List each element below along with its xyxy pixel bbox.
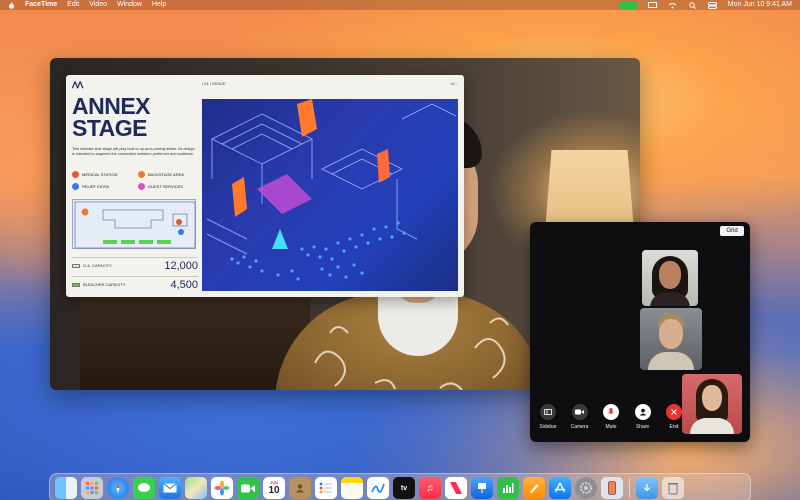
close-icon[interactable] <box>666 404 682 420</box>
maps-icon[interactable] <box>185 477 207 499</box>
mail-icon[interactable] <box>159 477 181 499</box>
menu-video[interactable]: Video <box>89 0 107 10</box>
downloads-folder-icon[interactable] <box>636 477 658 499</box>
notes-icon[interactable] <box>341 477 363 499</box>
stage-illustration <box>202 99 458 291</box>
stat-swatch <box>72 282 80 287</box>
system-settings-icon[interactable] <box>575 477 597 499</box>
numbers-icon[interactable] <box>497 477 519 499</box>
call-controls: Sidebar Camera Mute Share End <box>536 404 686 438</box>
photos-icon[interactable] <box>211 477 233 499</box>
stat-label-text: BLEACHER CAPACITY <box>83 282 126 287</box>
control-center-icon[interactable] <box>708 1 718 9</box>
pages-icon[interactable] <box>523 477 545 499</box>
control-label: End <box>669 424 679 430</box>
slide-page-number: 02 ↑ <box>450 81 458 86</box>
facetime-icon[interactable] <box>237 477 259 499</box>
stat-swatch <box>72 263 80 268</box>
mute-control[interactable]: Mute <box>599 404 623 438</box>
control-label: Sidebar <box>539 424 557 430</box>
stat-row-ga: G.A. CAPACITY 12,000 <box>72 257 198 273</box>
legend-label: GUEST SERVICES <box>148 184 183 189</box>
slide-title: ANNEX STAGE <box>72 93 192 141</box>
contacts-icon[interactable] <box>289 477 311 499</box>
menu-window[interactable]: Window <box>117 0 142 10</box>
control-label: Share <box>635 424 650 430</box>
app-menu[interactable]: FaceTime <box>25 0 57 10</box>
isometric-stage-drawing <box>206 99 457 281</box>
safari-icon[interactable] <box>107 477 129 499</box>
control-label: Camera <box>570 424 589 430</box>
apple-menu-icon[interactable] <box>8 1 15 9</box>
iphone-mirroring-icon[interactable] <box>601 477 623 499</box>
dock-separator <box>629 478 630 498</box>
camera-icon[interactable] <box>571 404 588 420</box>
menu-bar: FaceTime Edit Video Window Help Mon Jun … <box>0 0 800 10</box>
grid-view-button[interactable]: Grid <box>720 226 744 236</box>
slide-venue-label: | 01 | VENUE <box>202 81 226 86</box>
participant-body <box>690 418 734 434</box>
medical-station-icon <box>72 171 79 178</box>
stat-row-bleacher: BLEACHER CAPACITY 4,500 <box>72 276 198 292</box>
participant-face <box>659 319 683 349</box>
messages-icon[interactable] <box>133 477 155 499</box>
dock: JUN 10 tv ♫ <box>49 473 751 500</box>
news-icon[interactable] <box>445 477 467 499</box>
camera-control[interactable]: Camera <box>568 404 592 438</box>
control-label: Mute <box>605 424 617 430</box>
wifi-icon[interactable] <box>668 2 678 9</box>
launchpad-icon[interactable] <box>81 477 103 499</box>
search-icon[interactable] <box>688 1 698 9</box>
freeform-icon[interactable] <box>367 477 389 499</box>
menubar-clock[interactable]: Mon Jun 10 9:41 AM <box>728 0 792 10</box>
end-call-control[interactable]: End <box>662 404 686 438</box>
stat-label: G.A. CAPACITY <box>72 263 112 268</box>
participant-tile[interactable] <box>682 374 742 434</box>
keynote-icon[interactable] <box>471 477 493 499</box>
stat-label-text: G.A. CAPACITY <box>83 263 112 268</box>
share-control[interactable]: Share <box>631 404 655 438</box>
sidebar-control[interactable]: Sidebar <box>536 404 560 438</box>
sidebar-icon[interactable] <box>540 404 556 420</box>
legend-item: RELIEF KIOSK <box>72 183 138 190</box>
slide-title-line: ANNEX <box>72 93 151 119</box>
legend-label: BACKSTAGE AREA <box>148 172 184 177</box>
backstage-area-icon <box>138 171 145 178</box>
share-person-icon[interactable] <box>634 404 651 420</box>
camera-in-use-icon[interactable] <box>619 1 638 9</box>
participant-tile[interactable] <box>642 250 698 306</box>
menu-help[interactable]: Help <box>152 0 166 10</box>
calendar-icon[interactable]: JUN 10 <box>263 477 285 499</box>
calendar-day: 10 <box>268 485 280 496</box>
legend-item: BACKSTAGE AREA <box>138 171 204 178</box>
guest-services-icon <box>138 183 145 190</box>
legend-label: RELIEF KIOSK <box>82 184 110 189</box>
apple-tv-icon[interactable]: tv <box>393 477 415 499</box>
participant-face <box>702 385 722 411</box>
participant-tile[interactable] <box>640 308 702 370</box>
floorplan-drawing <box>74 201 196 249</box>
finder-icon[interactable] <box>55 477 77 499</box>
slide-logo: ᐱᐱ <box>72 80 83 90</box>
slide-title-line: STAGE <box>72 115 148 141</box>
stat-value: 4,500 <box>170 278 198 291</box>
relief-kiosk-icon <box>72 183 79 190</box>
stat-value: 12,000 <box>164 259 198 272</box>
reminders-icon[interactable] <box>315 477 337 499</box>
slide-description: This intimate side stage will play host … <box>72 147 195 156</box>
app-store-icon[interactable] <box>549 477 571 499</box>
legend-item: GUEST SERVICES <box>138 183 204 190</box>
display-icon[interactable] <box>648 2 658 9</box>
participant-face <box>659 261 681 289</box>
legend-item: MEDICAL STATION <box>72 171 138 178</box>
venue-floorplan <box>72 199 196 249</box>
shared-presentation-slide[interactable]: ᐱᐱ | 01 | VENUE 02 ↑ ANNEX STAGE This in… <box>66 75 464 297</box>
stat-label: BLEACHER CAPACITY <box>72 282 125 287</box>
trash-icon[interactable] <box>662 477 684 499</box>
slide-legend: MEDICAL STATION BACKSTAGE AREA RELIEF KI… <box>72 171 204 190</box>
legend-label: MEDICAL STATION <box>82 172 118 177</box>
menu-edit[interactable]: Edit <box>67 0 79 10</box>
music-icon[interactable]: ♫ <box>419 477 441 499</box>
microphone-icon[interactable] <box>603 404 619 420</box>
